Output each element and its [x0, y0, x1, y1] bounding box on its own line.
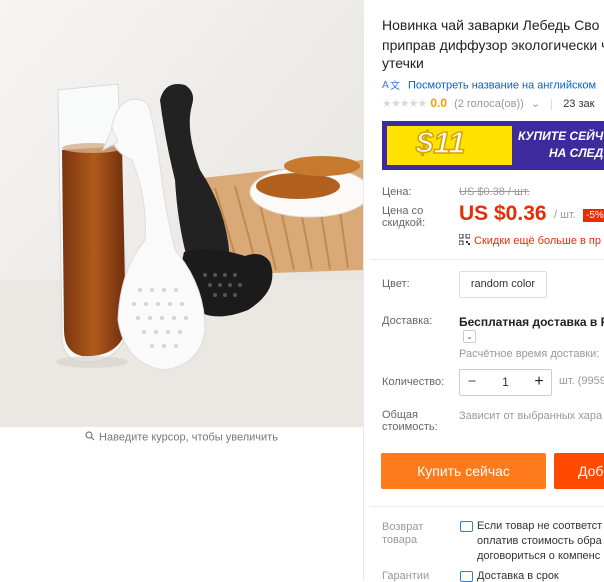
quantity-decrement-button[interactable]: − [460, 370, 484, 395]
discount-badge: -5% [583, 209, 604, 222]
product-title-line-3: утечки [382, 55, 424, 71]
chevron-down-icon[interactable]: ⌄ [531, 98, 540, 110]
return-policy-line-3: договориться о компенс [477, 550, 601, 562]
translate-link[interactable]: A文 Посмотреть название на английском [382, 78, 596, 93]
shipping-label: Доставка: [382, 315, 433, 327]
qr-code-icon [458, 233, 471, 248]
shipping-eta: Расчётное время доставки: [459, 348, 600, 360]
per-unit: / шт. [554, 209, 576, 221]
product-title-line-2: приправ диффузор экологически ч [382, 37, 604, 53]
buy-now-button[interactable]: Купить сейчас [381, 453, 546, 489]
sale-price-label-line-2: скидкой: [382, 217, 426, 229]
product-title-line-1: Новинка чай заварки Лебедь Сво [382, 17, 600, 33]
return-policy-line-2: оплатив стоимость обра [477, 535, 602, 547]
promo-price: $11 [415, 124, 466, 161]
promo-banner[interactable]: $11 КУПИТЕ СЕЙЧ НА СЛЕД [382, 121, 604, 170]
rating-separator [551, 98, 553, 110]
product-photo-illustration [0, 0, 363, 427]
zoom-hint-text: Наведите курсор, чтобы увеличить [99, 431, 278, 444]
magnifier-icon [85, 431, 95, 444]
total-label-line-2: стоимость: [382, 421, 438, 433]
guarantee-icon [460, 571, 473, 582]
return-label-line-1: Возврат [382, 521, 424, 533]
total-label-line-1: Общая [382, 409, 418, 421]
add-to-cart-button[interactable]: Доб [554, 453, 604, 489]
return-label-line-2: товара [382, 534, 418, 546]
guarantee-text: Доставка в срок [477, 570, 559, 582]
color-label: Цвет: [382, 278, 410, 290]
section-divider [370, 259, 604, 260]
return-label: Возврат товара [382, 521, 423, 547]
rating-stars[interactable]: ★★★★★ [382, 98, 427, 110]
rating-votes[interactable]: (2 голоса(ов)) [454, 98, 524, 110]
product-image[interactable] [0, 0, 363, 427]
return-policy-text: Если товар не соответст оплатив стоимост… [477, 519, 602, 564]
svg-text:A: A [382, 80, 389, 90]
zoom-hint: Наведите курсор, чтобы увеличить [0, 431, 363, 444]
promo-text: КУПИТЕ СЕЙЧ НА СЛЕД [518, 128, 603, 162]
section-divider [370, 506, 604, 507]
translate-link-text: Посмотреть название на английском [408, 79, 597, 92]
promo-text-line-1: КУПИТЕ СЕЙЧ [518, 129, 604, 143]
panel-divider [363, 0, 364, 581]
return-policy-line-1: Если товар не соответст [477, 520, 603, 532]
quantity-label: Количество: [382, 376, 445, 388]
guarantee-label: Гарантии [382, 570, 430, 582]
coupon-row[interactable]: Скидки ещё больше в пр [458, 233, 601, 248]
shipping-method[interactable]: Бесплатная доставка в Ru [459, 315, 604, 329]
color-option-button[interactable]: random color [459, 271, 547, 298]
translate-icon: A文 [382, 78, 402, 93]
promo-text-line-2: НА СЛЕД [548, 146, 604, 160]
total-note: Зависит от выбранных хара [459, 410, 603, 422]
quantity-input[interactable]: 1 [484, 370, 527, 395]
sale-price-label-line-1: Цена со [382, 205, 424, 217]
rating-value: 0.0 [430, 96, 447, 110]
sale-price-label: Цена со скидкой: [382, 205, 425, 229]
quantity-increment-button[interactable]: + [527, 370, 551, 395]
svg-text:文: 文 [390, 79, 400, 90]
quantity-stepper: − 1 + [459, 369, 552, 396]
rating-row: ★★★★★ 0.0 (2 голоса(ов)) ⌄ 23 зак [382, 96, 594, 110]
old-price: US $0.38 / шт. [459, 186, 530, 198]
quantity-available: шт. (9959 [559, 375, 604, 387]
sale-price: US $0.36 [459, 202, 547, 225]
coupon-text: Скидки ещё больше в пр [474, 234, 601, 247]
total-label: Общая стоимость: [382, 409, 438, 433]
chevron-down-icon[interactable]: ⌄ [463, 330, 476, 343]
price-label: Цена: [382, 186, 412, 198]
return-icon [460, 521, 473, 532]
orders-count: 23 зак [563, 98, 595, 110]
